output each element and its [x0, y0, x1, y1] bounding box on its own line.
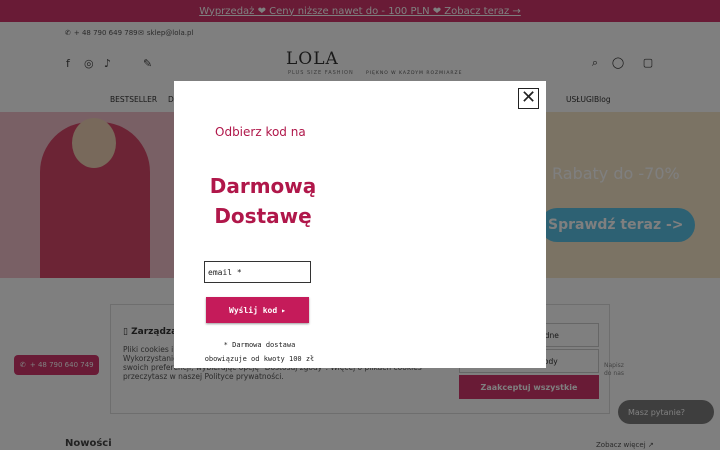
shipping-note: * Darmowa dostawa obowiązuje od kwoty 10…: [204, 341, 315, 363]
close-button[interactable]: ✕: [518, 88, 539, 109]
modal-title: Darmową Dostawę: [209, 174, 317, 228]
arrow-right-icon: ▸: [281, 305, 286, 315]
modal-subtitle: Odbierz kod na: [215, 125, 306, 139]
email-field[interactable]: [204, 261, 311, 283]
newsletter-modal: ✕ Odbierz kod na Darmową Dostawę Wyślij …: [174, 81, 546, 368]
close-icon: ✕: [520, 87, 537, 108]
send-code-button[interactable]: Wyślij kod ▸: [206, 297, 309, 323]
